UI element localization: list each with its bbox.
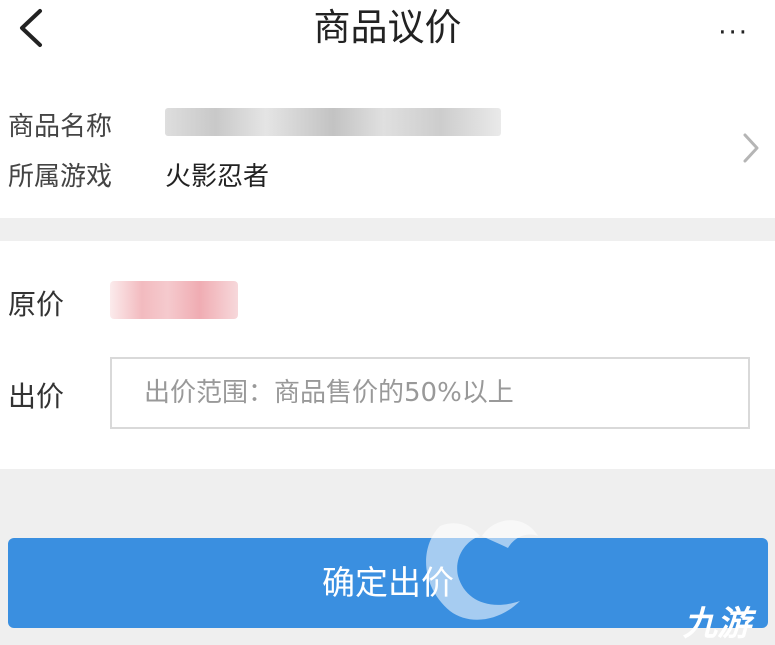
watermark-logo-icon [426,520,538,620]
goods-info-card[interactable]: 商品名称 所属游戏 火影忍者 [0,66,775,218]
game-label: 所属游戏 [8,162,113,192]
bid-input[interactable] [110,357,750,429]
original-price-value-blurred [110,281,238,319]
goods-name-value-blurred [165,108,501,136]
confirm-bid-button[interactable]: 确定出价 [8,538,768,628]
game-value: 火影忍者 [165,162,270,192]
more-icon[interactable]: ··· [718,18,749,48]
page-title: 商品议价 [313,6,462,49]
top-bar: 商品议价 ··· [0,0,775,66]
original-price-label: 原价 [8,288,65,321]
bid-section: 原价 出价 [0,241,775,469]
chevron-right-icon[interactable] [741,132,761,164]
bid-label: 出价 [8,380,65,413]
goods-name-label: 商品名称 [8,112,113,142]
watermark-text: 九游 [683,604,751,644]
